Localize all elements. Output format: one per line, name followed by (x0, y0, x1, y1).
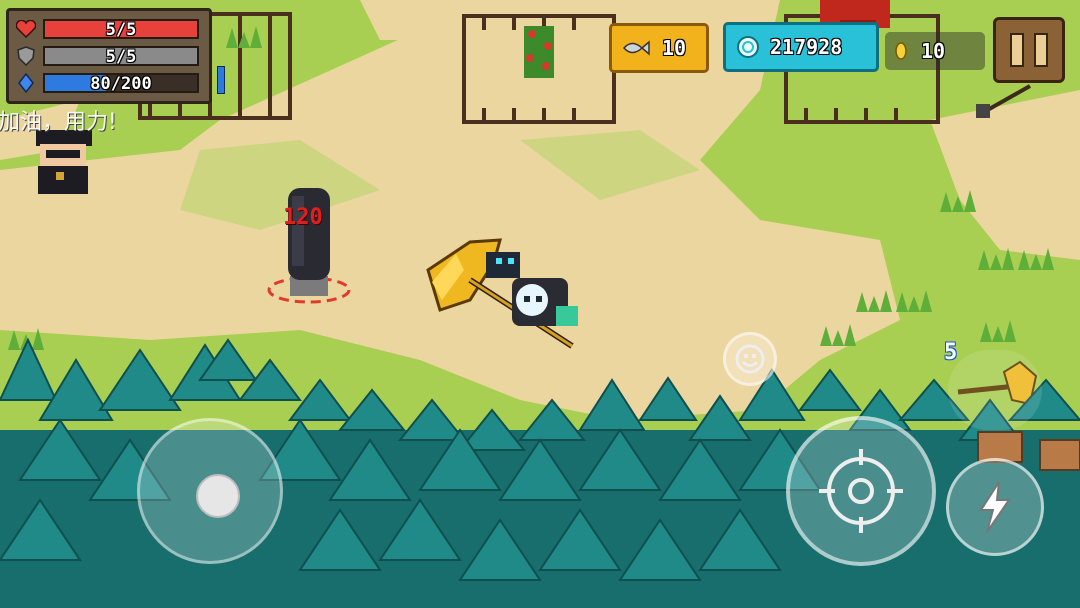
movement-joystick[interactable] (137, 418, 283, 564)
armor-bar: 5/5 (43, 45, 199, 67)
heart-icon (15, 18, 37, 40)
gem-count: 217928 (770, 35, 843, 59)
game-scene[interactable]: 加油，用力! 120 5 5/5 5/5 80/200 10 217928 10 (0, 0, 1080, 608)
skill-button[interactable] (946, 458, 1044, 556)
lightning-icon (979, 481, 1011, 533)
gem-icon (736, 35, 760, 59)
coin-counter: 10 (885, 32, 985, 70)
fish-count: 10 (662, 36, 687, 60)
berry-plant[interactable] (524, 26, 554, 78)
attack-button[interactable] (786, 416, 936, 566)
energy-bar: 80/200 (43, 72, 199, 94)
pause-icon (1005, 33, 1053, 67)
health-text: 5/5 (105, 19, 137, 40)
health-bar: 5/5 (43, 18, 199, 40)
coin-count: 10 (921, 39, 946, 63)
pause-button[interactable] (993, 17, 1065, 83)
shield-icon (15, 45, 37, 67)
crosshair-icon (819, 449, 903, 533)
energy-crystal-icon (15, 72, 37, 94)
npc-officer[interactable] (36, 130, 92, 194)
energy-indicator (217, 66, 225, 94)
emote-button[interactable] (723, 332, 777, 386)
chat-message: 加油，用力! (0, 110, 117, 135)
joystick-knob[interactable] (196, 474, 240, 518)
armor-row: 5/5 (15, 42, 203, 69)
smiley-icon (735, 344, 765, 374)
armor-text: 5/5 (105, 46, 137, 67)
health-row: 5/5 (15, 15, 203, 42)
fish-counter: 10 (609, 23, 709, 73)
energy-row: 80/200 (15, 69, 203, 96)
energy-text: 80/200 (90, 73, 152, 94)
damage-number: 120 (283, 205, 323, 230)
coin-icon (895, 42, 907, 60)
weapon-ammo-badge: 5 (944, 340, 958, 365)
player-stats-panel: 5/5 5/5 80/200 (6, 8, 212, 104)
gem-counter: 217928 (723, 22, 879, 72)
weapon-switch-button[interactable] (948, 350, 1042, 430)
fish-icon (622, 38, 650, 58)
